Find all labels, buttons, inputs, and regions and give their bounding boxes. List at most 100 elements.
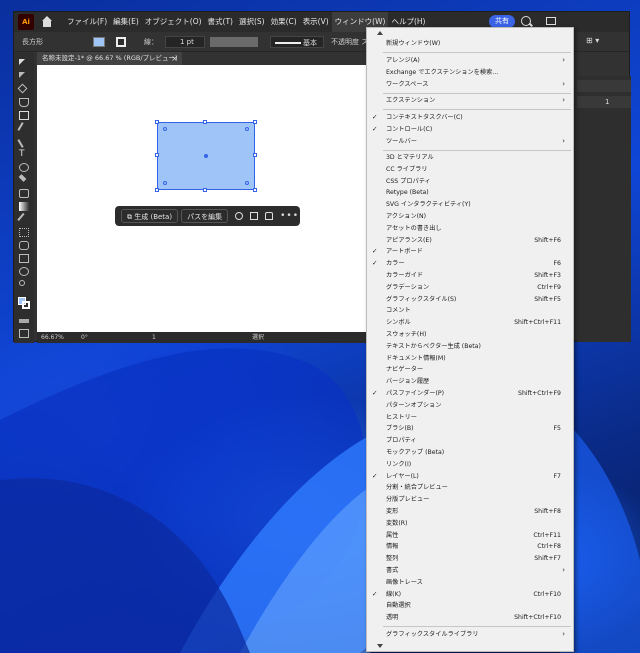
search-icon[interactable] [521, 16, 531, 26]
menu-item-navigator[interactable]: ナビゲーター [367, 364, 573, 376]
home-icon[interactable] [40, 15, 54, 29]
duplicate-icon[interactable] [250, 212, 259, 220]
paintbrush-icon[interactable] [17, 122, 31, 135]
menu-item-pattern-options[interactable]: パターンオプション [367, 400, 573, 412]
menu-item-image-trace[interactable]: 画像トレース [367, 577, 573, 589]
eraser-icon[interactable] [18, 174, 29, 185]
symbol-sprayer-icon[interactable] [19, 241, 29, 250]
magic-wand-icon[interactable] [17, 83, 29, 94]
zoom-tool-icon[interactable] [19, 267, 29, 276]
corner-widget[interactable] [163, 127, 167, 131]
menu-item-workspace[interactable]: ワークスペース › [367, 79, 573, 91]
eyedropper-icon[interactable] [17, 212, 31, 227]
menu-item-extensions[interactable]: エクステンション › [367, 95, 573, 107]
direct-selection-tool-icon[interactable] [19, 72, 29, 81]
menu-item-arrange[interactable]: アレンジ(A) › [367, 55, 573, 67]
menu-item-text-to-vector[interactable]: テキストからベクター生成 (Beta) [367, 341, 573, 353]
menu-item-links[interactable]: リンク(I) [367, 459, 573, 471]
menu-item-version-history[interactable]: バージョン履歴 [367, 376, 573, 388]
type-tool-icon[interactable]: T [19, 150, 29, 159]
artboard-number[interactable]: 1 [152, 332, 156, 343]
menu-item-control[interactable]: ✓ コントロール(C) [367, 124, 573, 136]
resize-handle-left[interactable] [155, 153, 159, 157]
menu-item-flattener-preview[interactable]: 分割・統合プレビュー [367, 482, 573, 494]
menu-item-transparency[interactable]: 透明 Shift+Ctrl+F10 [367, 612, 573, 624]
zoom-level[interactable]: 66.67% [41, 332, 64, 343]
menu-item-transform[interactable]: 変形 Shift+F8 [367, 506, 573, 518]
menu-item-graphic-style-libraries[interactable]: グラフィックスタイルライブラリ › [367, 629, 573, 641]
menu-item-asset-export[interactable]: アセットの書き出し [367, 223, 573, 235]
menu-item-brushes[interactable]: ブラシ(B) F5 [367, 423, 573, 435]
selected-rectangle[interactable] [155, 120, 257, 192]
resize-handle-right[interactable] [253, 153, 257, 157]
menu-item-toolbars[interactable]: ツールバー › [367, 136, 573, 148]
stroke-indicator[interactable] [22, 301, 30, 309]
menu-item-type[interactable]: 書式 › [367, 565, 573, 577]
menu-item-exchange[interactable]: Exchange でエクステンションを検索... [367, 67, 573, 79]
align-icon[interactable]: ⊞ ▾ [586, 36, 599, 45]
pen-tool-icon[interactable] [19, 98, 29, 107]
menu-item-gradient[interactable]: グラデーション Ctrl+F9 [367, 282, 573, 294]
scroll-down-icon[interactable] [377, 644, 383, 648]
menu-object[interactable]: オブジェクト(O) [142, 12, 205, 32]
selection-tool-icon[interactable] [19, 59, 29, 68]
pencil-icon[interactable] [17, 135, 31, 148]
menu-item-separations-preview[interactable]: 分版プレビュー [367, 494, 573, 506]
menu-item-new-window[interactable]: 新規ウィンドウ(W) [367, 38, 573, 50]
rotate-tool-icon[interactable] [19, 163, 29, 172]
menu-edit[interactable]: 編集(E) [110, 12, 142, 32]
menu-item-swatches[interactable]: スウォッチ(H) [367, 329, 573, 341]
menu-item-info[interactable]: 情報 Ctrl+F8 [367, 541, 573, 553]
layer-row[interactable]: 1 [577, 96, 631, 108]
menu-item-mockup[interactable]: モックアップ (Beta) [367, 447, 573, 459]
resize-handle-bottom[interactable] [203, 188, 207, 192]
brush-definition-dropdown[interactable]: 基本 [270, 36, 324, 48]
corner-widget[interactable] [163, 181, 167, 185]
resize-handle-bottom-right[interactable] [253, 188, 257, 192]
artboard-canvas[interactable]: ⧉ 生成 (Beta) パスを編集 ••• [37, 65, 367, 332]
resize-handle-top-left[interactable] [155, 120, 159, 124]
rectangle-tool-icon[interactable] [19, 111, 29, 120]
menu-item-color-guide[interactable]: カラーガイド Shift+F3 [367, 270, 573, 282]
scroll-up-icon[interactable] [377, 31, 383, 35]
stroke-color-swatch[interactable] [116, 37, 126, 47]
menu-item-color[interactable]: ✓ カラー F6 [367, 258, 573, 270]
shape-builder-icon[interactable] [19, 189, 29, 198]
menu-item-actions[interactable]: アクション(N) [367, 211, 573, 223]
gradient-tool-icon[interactable] [19, 202, 29, 211]
variable-width-profile[interactable] [210, 37, 258, 47]
menu-item-artboards[interactable]: ✓ アートボード [367, 246, 573, 258]
menu-view[interactable]: 表示(V) [300, 12, 332, 32]
menu-item-contextual-taskbar[interactable]: ✓ コンテキストタスクバー(C) [367, 112, 573, 124]
blend-tool-icon[interactable] [19, 228, 29, 237]
menu-item-magic-wand[interactable]: 自動選択 [367, 600, 573, 612]
edit-path-button[interactable]: パスを編集 [181, 209, 229, 223]
menu-type[interactable]: 書式(T) [205, 12, 236, 32]
settings-icon[interactable] [235, 212, 244, 220]
resize-handle-bottom-left[interactable] [155, 188, 159, 192]
screen-mode-icon[interactable] [19, 329, 29, 338]
menu-item-cc-libraries[interactable]: CC ライブラリ [367, 164, 573, 176]
menu-effect[interactable]: 効果(C) [268, 12, 300, 32]
menu-item-comments[interactable]: コメント [367, 305, 573, 317]
menu-item-symbols[interactable]: シンボル Shift+Ctrl+F11 [367, 317, 573, 329]
menu-item-3d-materials[interactable]: 3D とマテリアル [367, 152, 573, 164]
menu-item-properties[interactable]: プロパティ [367, 435, 573, 447]
menu-item-align[interactable]: 整列 Shift+F7 [367, 553, 573, 565]
close-tab-icon[interactable]: × [171, 52, 178, 65]
corner-widget[interactable] [245, 127, 249, 131]
stroke-weight-field[interactable]: 1 pt [165, 36, 205, 48]
resize-handle-top-right[interactable] [253, 120, 257, 124]
fill-color-swatch[interactable] [93, 37, 105, 47]
resize-handle-top[interactable] [203, 120, 207, 124]
menu-item-pathfinder[interactable]: ✓ パスファインダー(P) Shift+Ctrl+F9 [367, 388, 573, 400]
rotation-value[interactable]: 0° [81, 332, 88, 343]
menu-item-variables[interactable]: 変数(R) [367, 518, 573, 530]
menu-item-retype[interactable]: Retype (Beta) [367, 187, 573, 199]
corner-widget[interactable] [245, 181, 249, 185]
opacity-label[interactable]: 不透明度 ス [331, 37, 368, 47]
artboard-tool-icon[interactable] [19, 254, 29, 263]
menu-select[interactable]: 選択(S) [236, 12, 268, 32]
menu-item-svg-interactivity[interactable]: SVG インタラクティビティ(Y) [367, 199, 573, 211]
generate-beta-button[interactable]: ⧉ 生成 (Beta) [121, 209, 179, 223]
